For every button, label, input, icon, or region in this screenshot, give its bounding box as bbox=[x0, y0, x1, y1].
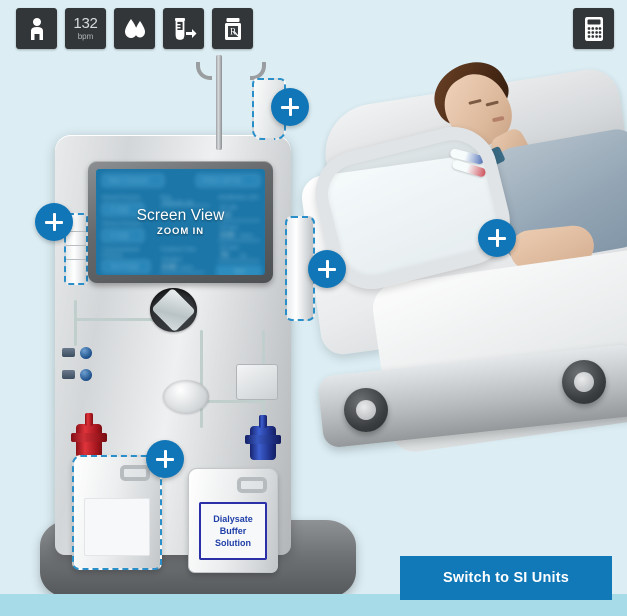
patient-eye-left bbox=[468, 98, 482, 105]
tubing bbox=[74, 318, 154, 321]
machine-connector-plate bbox=[163, 380, 209, 413]
person-icon bbox=[30, 17, 43, 40]
calculator-icon bbox=[584, 16, 603, 41]
toolbar-labs-button[interactable] bbox=[114, 8, 155, 49]
acid-jug-label bbox=[84, 498, 150, 556]
bed-wheel-right bbox=[562, 360, 606, 404]
hotspot-syringe[interactable] bbox=[35, 203, 73, 241]
line-valve[interactable] bbox=[80, 347, 92, 359]
simulation-canvas: Water Connected Perform Self Test Arteri… bbox=[0, 0, 627, 616]
screen-view-overlay: Screen View ZOOM IN bbox=[96, 169, 265, 275]
heart-rate-value: 132 bbox=[73, 14, 98, 32]
toolbar-patient-button[interactable] bbox=[16, 8, 57, 49]
line-valve[interactable] bbox=[80, 369, 92, 381]
patient-bed-scene bbox=[299, 50, 627, 560]
dialysate-buffer-jug[interactable]: Dialysate Buffer Solution bbox=[188, 468, 278, 573]
patient-eye-right bbox=[485, 100, 499, 107]
blood-drops-icon bbox=[124, 18, 145, 38]
iv-pole-hook-left bbox=[196, 62, 212, 80]
test-tube-arrow-icon bbox=[174, 17, 196, 40]
hotspot-acid-jug[interactable] bbox=[146, 440, 184, 478]
blood-pump-rotor[interactable] bbox=[150, 288, 197, 332]
bed-wheel-left bbox=[344, 388, 388, 432]
jug-handle bbox=[120, 465, 150, 481]
jug-handle bbox=[237, 477, 267, 493]
toolbar-medications-button[interactable]: R bbox=[212, 8, 253, 49]
screen-view-title: Screen View bbox=[136, 207, 225, 224]
patient-mouth bbox=[491, 115, 505, 123]
hotspot-patient[interactable] bbox=[478, 219, 516, 257]
acid-concentrate-jug[interactable] bbox=[72, 455, 162, 570]
dialysate-buffer-cap[interactable] bbox=[250, 415, 276, 460]
toolbar-specimen-button[interactable] bbox=[163, 8, 204, 49]
pod-marking bbox=[66, 259, 86, 260]
screen-view-button[interactable]: Water Connected Perform Self Test Arteri… bbox=[96, 169, 265, 275]
heart-rate-unit: bpm bbox=[77, 31, 94, 41]
pod-marking bbox=[66, 245, 86, 246]
screen-view-zoom-hint: ZOOM IN bbox=[157, 226, 204, 237]
tubing-clamp[interactable] bbox=[62, 370, 75, 379]
iv-pole bbox=[216, 55, 222, 150]
tubing bbox=[74, 300, 77, 346]
tubing bbox=[200, 330, 203, 428]
machine-monitor: Water Connected Perform Self Test Arteri… bbox=[88, 161, 273, 283]
dialysate-jug-label: Dialysate Buffer Solution bbox=[199, 502, 267, 560]
toolbar-vitals-button[interactable]: 132 bpm bbox=[65, 8, 106, 49]
switch-to-si-units-button[interactable]: Switch to SI Units bbox=[400, 556, 612, 600]
machine-aux-panel bbox=[236, 364, 278, 400]
svg-text:R: R bbox=[229, 26, 235, 36]
rx-bottle-icon: R bbox=[224, 17, 241, 40]
hotspot-dialyzer[interactable] bbox=[308, 250, 346, 288]
hotspot-iv-bag[interactable] bbox=[271, 88, 309, 126]
top-toolbar: 132 bpm R bbox=[0, 0, 627, 60]
tubing-clamp[interactable] bbox=[62, 348, 75, 357]
acid-concentrate-cap[interactable] bbox=[76, 413, 102, 458]
dialysate-jug-label-text: Dialysate Buffer Solution bbox=[213, 514, 253, 548]
toolbar-calculator-button[interactable] bbox=[573, 8, 614, 49]
